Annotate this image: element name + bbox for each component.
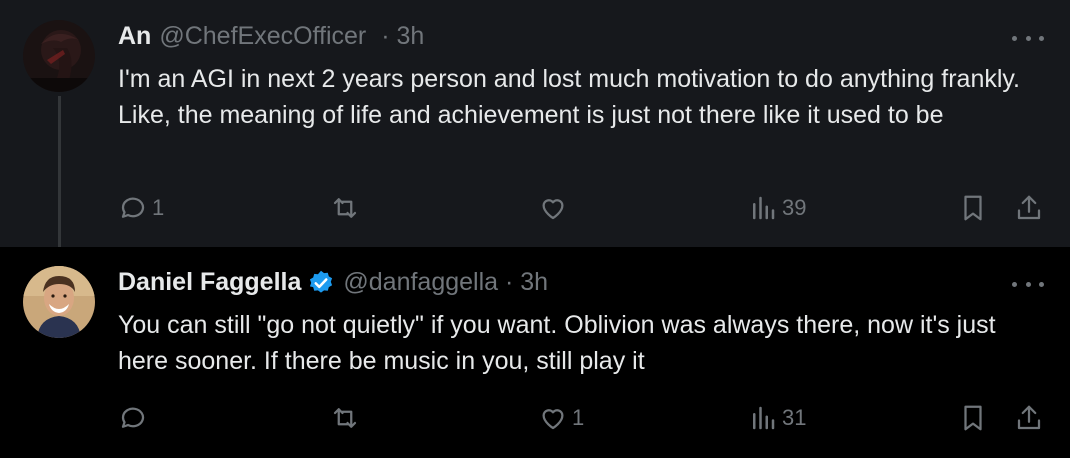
tweet-header: Daniel Faggella @danfaggella · 3h <box>118 268 548 297</box>
more-dot-icon <box>1039 35 1044 41</box>
more-options-button[interactable] <box>1012 274 1044 294</box>
separator-dot: · <box>498 268 521 296</box>
views-chart-icon <box>753 196 775 220</box>
avatar[interactable] <box>23 20 95 92</box>
like-count: 1 <box>572 405 585 430</box>
author-name[interactable]: An <box>118 22 151 51</box>
reply-icon <box>121 407 145 428</box>
tweet-time[interactable]: 3h <box>520 268 548 297</box>
share-icon <box>1017 405 1041 430</box>
reply-button[interactable] <box>118 400 152 436</box>
more-dot-icon <box>1012 281 1017 287</box>
repost-button[interactable] <box>330 190 364 226</box>
views-count: 39 <box>782 195 807 220</box>
tweet-actions: 1 39 <box>0 190 1070 226</box>
like-button[interactable] <box>538 190 572 226</box>
tweet-time[interactable]: 3h <box>396 22 424 51</box>
more-options-button[interactable] <box>1012 28 1044 48</box>
bookmark-icon <box>964 195 982 221</box>
views-button[interactable]: 39 <box>748 190 806 226</box>
bookmark-icon <box>964 405 982 431</box>
author-handle[interactable]: @danfaggella <box>343 268 498 297</box>
author-handle[interactable]: @ChefExecOfficer <box>159 22 366 51</box>
repost-icon <box>333 408 357 428</box>
verified-badge-icon[interactable] <box>307 269 335 297</box>
separator-dot: · <box>374 22 397 50</box>
heart-icon <box>542 409 564 430</box>
repost-icon <box>333 198 357 218</box>
share-button[interactable] <box>1014 190 1044 226</box>
author-name[interactable]: Daniel Faggella <box>118 268 301 297</box>
reply-count: 1 <box>152 195 165 220</box>
views-count: 31 <box>782 405 807 430</box>
heart-icon <box>542 199 564 220</box>
tweet-2[interactable]: Daniel Faggella @danfaggella · 3h You ca… <box>0 247 1070 458</box>
tweet-1[interactable]: An @ChefExecOfficer · 3h I'm an AGI in n… <box>0 0 1070 258</box>
avatar[interactable] <box>23 266 95 338</box>
bookmark-button[interactable] <box>958 190 988 226</box>
tweet-actions: 1 31 <box>0 400 1070 436</box>
like-button[interactable]: 1 <box>538 400 584 436</box>
reply-icon <box>121 197 145 218</box>
tweet-header: An @ChefExecOfficer · 3h <box>118 22 424 51</box>
reply-button[interactable]: 1 <box>118 190 164 226</box>
tweet-text: You can still "go not quietly" if you wa… <box>118 311 996 375</box>
tweet-text: I'm an AGI in next 2 years person and lo… <box>118 65 1021 129</box>
views-button[interactable]: 31 <box>748 400 806 436</box>
more-dot-icon <box>1039 281 1044 287</box>
bookmark-button[interactable] <box>958 400 988 436</box>
views-chart-icon <box>753 406 775 430</box>
more-dot-icon <box>1012 35 1017 41</box>
more-dot-icon <box>1025 281 1031 287</box>
share-icon <box>1017 195 1041 220</box>
thread-line <box>58 96 61 258</box>
share-button[interactable] <box>1014 400 1044 436</box>
repost-button[interactable] <box>330 400 364 436</box>
more-dot-icon <box>1025 35 1031 41</box>
